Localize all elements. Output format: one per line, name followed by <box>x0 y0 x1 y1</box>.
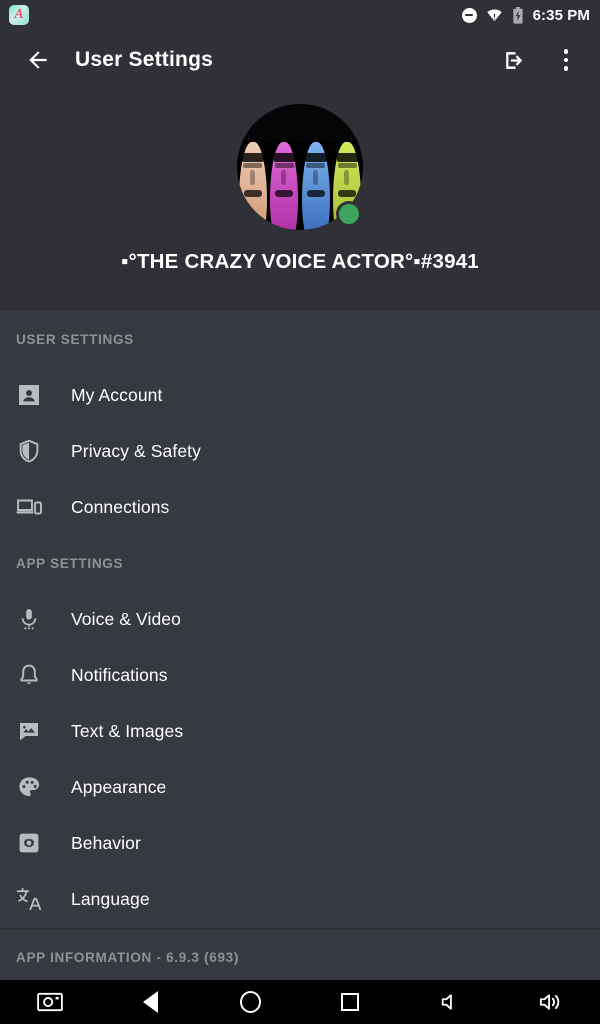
microphone-icon <box>12 602 46 636</box>
volume-up-icon <box>539 994 560 1010</box>
sidebar-item-privacy-safety[interactable]: Privacy & Safety <box>0 423 600 479</box>
logout-icon <box>505 51 522 69</box>
back-triangle-icon <box>142 991 158 1013</box>
settings-list[interactable]: USER SETTINGS My Account Privacy & Safet… <box>0 311 600 980</box>
devices-icon <box>12 490 46 524</box>
back-button[interactable] <box>10 32 66 88</box>
shield-icon <box>12 434 46 468</box>
chat-image-icon <box>12 714 46 748</box>
gear-box-icon <box>12 826 46 860</box>
app-screen: A 6:35 PM User Settings ▪°THE CRAZY VOIC… <box>0 0 600 1024</box>
volume-down-icon <box>441 994 452 1010</box>
sidebar-item-label: Notifications <box>71 664 168 685</box>
nav-screenshot-button[interactable] <box>0 980 100 1024</box>
app-bar-actions <box>488 32 600 88</box>
sidebar-item-connections[interactable]: Connections <box>0 479 600 535</box>
status-bar-right: 6:35 PM <box>461 6 600 24</box>
sidebar-item-label: Privacy & Safety <box>71 440 201 461</box>
avatar-container[interactable] <box>237 104 363 230</box>
status-bar-clock: 6:35 PM <box>532 6 590 24</box>
back-arrow-icon <box>29 51 47 69</box>
status-badge <box>336 201 362 227</box>
sidebar-item-label: Voice & Video <box>71 608 181 629</box>
app-bar: User Settings <box>0 30 600 90</box>
username: ▪°THE CRAZY VOICE ACTOR°▪#3941 <box>121 250 479 273</box>
bell-icon <box>12 658 46 692</box>
app-information-header: APP INFORMATION - 6.9.3 (693) <box>16 949 240 965</box>
sidebar-item-text-images[interactable]: Text & Images <box>0 703 600 759</box>
page-title: User Settings <box>75 48 213 71</box>
app-notification-icon: A <box>9 5 29 25</box>
overflow-menu-button[interactable] <box>540 32 592 88</box>
profile-header: ▪°THE CRAZY VOICE ACTOR°▪#3941 <box>0 90 600 311</box>
nav-volume-up-button[interactable] <box>500 980 600 1024</box>
section-header-user-settings: USER SETTINGS <box>16 331 134 347</box>
screenshot-icon <box>37 992 63 1012</box>
nav-volume-down-button[interactable] <box>400 980 500 1024</box>
sidebar-item-appearance[interactable]: Appearance <box>0 759 600 815</box>
sidebar-item-label: Appearance <box>71 776 167 797</box>
status-bar: A 6:35 PM <box>0 0 600 30</box>
logout-button[interactable] <box>488 32 540 88</box>
nav-back-button[interactable] <box>100 980 200 1024</box>
section-header-app-settings: APP SETTINGS <box>16 555 124 571</box>
account-box-icon <box>12 378 46 412</box>
system-navigation-bar <box>0 980 600 1024</box>
battery-charging-icon <box>512 6 523 24</box>
nav-recents-button[interactable] <box>300 980 400 1024</box>
sidebar-item-voice-video[interactable]: Voice & Video <box>0 591 600 647</box>
sidebar-item-label: Behavior <box>71 832 141 853</box>
sidebar-item-notifications[interactable]: Notifications <box>0 647 600 703</box>
wifi-warning-icon <box>486 8 502 21</box>
palette-icon <box>12 770 46 804</box>
overflow-menu-icon <box>563 49 569 71</box>
sidebar-item-label: My Account <box>71 384 163 405</box>
sidebar-item-behavior[interactable]: Behavior <box>0 815 600 871</box>
sidebar-item-label: Language <box>71 888 150 909</box>
avatar-top-shade <box>237 104 363 142</box>
sidebar-item-label: Text & Images <box>71 720 184 741</box>
do-not-disturb-icon <box>461 7 477 23</box>
sidebar-item-label: Connections <box>71 496 170 517</box>
sidebar-item-my-account[interactable]: My Account <box>0 367 600 423</box>
translate-icon <box>12 882 46 916</box>
sidebar-item-language[interactable]: Language <box>0 871 600 927</box>
app-icon-glyph: A <box>14 7 24 22</box>
home-circle-icon <box>239 991 261 1013</box>
nav-home-button[interactable] <box>200 980 300 1024</box>
recents-square-icon <box>341 993 359 1011</box>
